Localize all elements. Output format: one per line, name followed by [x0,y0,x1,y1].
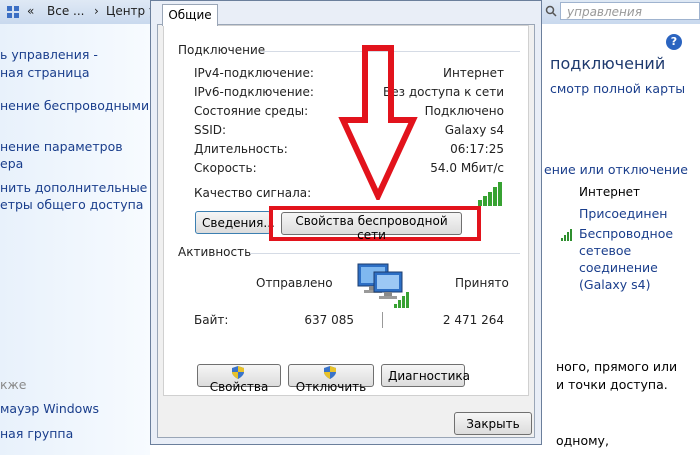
nav-link-sharing-settings-1[interactable]: нить дополнительные [0,179,147,196]
bytes-label: Байт: [194,313,229,327]
properties-label: Свойства [209,380,269,394]
see-also-firewall-link[interactable]: мауэр Windows [0,400,99,417]
ssid-label: SSID: [194,123,227,137]
properties-button[interactable]: Свойства [197,364,281,394]
connect-disconnect-link[interactable]: ение или отключение [544,161,688,178]
activity-divider [250,253,520,254]
signal-strength-icon [478,180,504,206]
details-button[interactable]: Сведения... [195,211,275,234]
section-title: подключений [550,54,666,73]
nav-link-control-panel-home-1[interactable]: ь управления - [0,46,98,63]
wireless-properties-button[interactable]: Свойства беспроводной сети [281,212,462,242]
search-input[interactable]: управления [560,2,700,20]
help-icon[interactable]: ? [666,34,682,50]
homegroup-connected-link[interactable]: Присоединен [579,205,667,222]
activity-separator [382,312,383,328]
nav-link-manage-wireless[interactable]: нение беспроводными [0,97,149,114]
red-arrow-icon [338,44,418,204]
wireless-connection-link-2[interactable]: сетевое [579,242,631,259]
nav-link-sharing-settings-2[interactable]: етры общего доступа [0,196,143,213]
network-icon [6,5,20,19]
received-bytes-value: 2 471 264 [442,313,504,327]
wireless-connection-link-4[interactable]: (Galaxy s4) [579,276,650,293]
uac-shield-icon [232,366,244,379]
media-state-label: Состояние среды: [194,104,309,118]
speed-label: Скорость: [194,161,257,175]
activity-group-label: Активность [178,245,252,259]
access-type-label: Интернет [579,185,641,199]
network-center-content: подключений смотр полной карты ение или … [538,24,700,455]
wireless-connection-link-1[interactable]: Беспроводное [579,225,673,242]
description-line-3: одному, [556,433,609,448]
breadcrumb-all[interactable]: Все ... [47,4,84,18]
breadcrumb-center[interactable]: Центр у [106,4,156,18]
tab-general[interactable]: Общие [162,4,218,26]
nav-link-control-panel-home-2[interactable]: ная страница [0,64,90,81]
view-full-map-link[interactable]: смотр полной карты [550,80,685,97]
wireless-signal-icon [561,229,573,241]
description-line-1: ного, прямого или [556,359,678,374]
description-line-2: и точки доступа. [556,377,668,392]
diagnose-button[interactable]: Диагностика [381,364,470,387]
nav-link-adapter-settings-2[interactable]: ера [0,155,23,172]
see-also-homegroup-link[interactable]: ная группа [0,425,73,442]
sent-bytes-value: 637 085 [304,313,354,327]
connection-group-label: Подключение [178,43,266,57]
see-also-header: кже [0,377,27,392]
ipv6-label: IPv6-подключение: [194,85,314,99]
disable-button[interactable]: Отключить [288,364,374,394]
left-navigation-pane: ь управления - ная страница нение беспро… [0,24,150,455]
breadcrumb-separator[interactable]: › [94,4,99,18]
disable-label: Отключить [295,380,367,394]
nav-link-adapter-settings-1[interactable]: нение параметров [0,138,123,155]
back-chevron[interactable]: « [27,4,34,18]
wireless-connection-link-3[interactable]: соединение [579,259,658,276]
sent-label: Отправлено [256,276,333,290]
signal-quality-label: Качество сигнала: [194,186,312,200]
close-button[interactable]: Закрыть [454,412,532,435]
uac-shield-icon [324,366,336,379]
search-icon[interactable] [545,5,557,17]
received-label: Принято [455,276,509,290]
duration-label: Длительность: [194,142,288,156]
network-computers-icon [356,262,414,310]
ipv4-label: IPv4-подключение: [194,66,314,80]
